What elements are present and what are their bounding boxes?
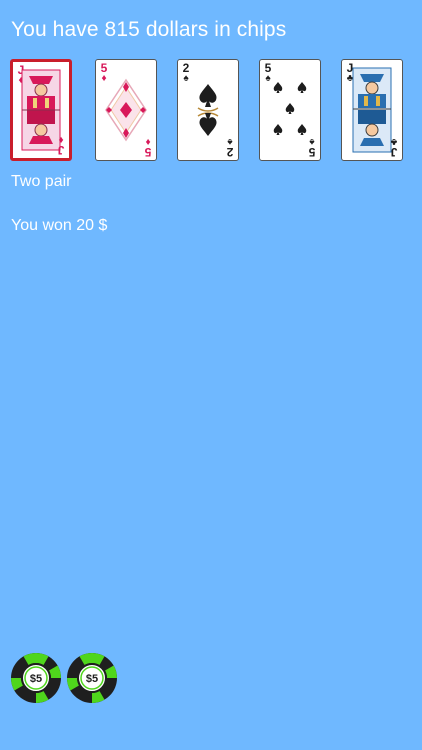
chip-label: $5 bbox=[86, 673, 98, 685]
card-2[interactable]: 5 ♦ 5 ♦ bbox=[95, 59, 157, 161]
card-3-index-bottom: 2 ♠ bbox=[226, 136, 234, 159]
card-1[interactable]: J ♦ J ♦ bbox=[10, 59, 72, 161]
card-hand: J ♦ J ♦ 5 ♦ 5 ♦ 2 ♠ 2 ♠ 5 ♠ 5 ♠ J ♣ J ♣ bbox=[10, 59, 410, 163]
chip-balance-text: You have 815 dollars in chips bbox=[11, 18, 287, 41]
chip-label: $5 bbox=[30, 673, 42, 685]
card-5-index-bottom: J ♣ bbox=[390, 136, 398, 159]
win-result-text: You won 20 $ bbox=[11, 217, 108, 234]
card-3[interactable]: 2 ♠ 2 ♠ bbox=[177, 59, 239, 161]
card-4[interactable]: 5 ♠ 5 ♠ bbox=[259, 59, 321, 161]
hand-rank-text: Two pair bbox=[11, 173, 72, 190]
card-1-index-bottom: J ♦ bbox=[57, 134, 65, 157]
card-2-index-bottom: 5 ♦ bbox=[144, 136, 152, 159]
card-4-index-bottom: 5 ♠ bbox=[308, 136, 316, 159]
chip-5-dollar[interactable]: $5 bbox=[66, 652, 118, 704]
card-5[interactable]: J ♣ J ♣ bbox=[341, 59, 403, 161]
chip-5-dollar[interactable]: $5 bbox=[10, 652, 62, 704]
